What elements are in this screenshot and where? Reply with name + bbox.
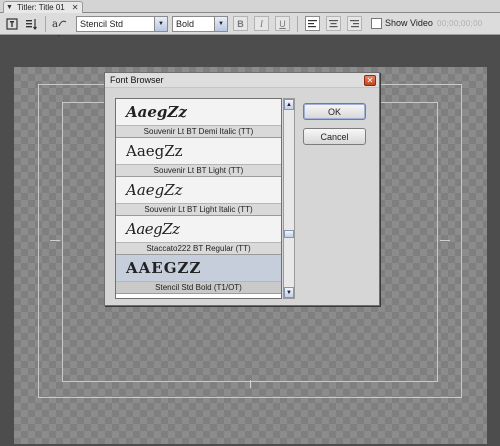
font-family-value: Stencil Std bbox=[80, 19, 124, 29]
list-item[interactable]: AaegZz Souvenir Lt BT Light (TT) bbox=[116, 138, 281, 177]
roll-crawl-options-icon[interactable] bbox=[24, 16, 39, 31]
svg-text:a: a bbox=[52, 19, 58, 30]
scroll-down-icon[interactable]: ▼ bbox=[284, 287, 294, 298]
font-name: Souvenir Lt BT Light (TT) bbox=[116, 165, 281, 176]
new-title-icon[interactable] bbox=[4, 16, 19, 31]
ok-button[interactable]: OK bbox=[303, 103, 366, 120]
show-video-checkbox[interactable] bbox=[371, 18, 382, 29]
font-browser-dialog: Font Browser ✕ AaegZz Souvenir Lt BT Dem… bbox=[104, 72, 380, 306]
font-sample: AaegZz bbox=[116, 177, 281, 204]
panel-menu-icon[interactable]: ▼ bbox=[6, 4, 14, 11]
align-left-icon[interactable] bbox=[305, 16, 320, 31]
chevron-down-icon[interactable]: ▼ bbox=[154, 17, 167, 31]
font-sample: AAEGZZ bbox=[116, 255, 281, 282]
bold-button[interactable]: B bbox=[233, 16, 248, 31]
center-mark-left bbox=[50, 240, 60, 241]
tab-close-icon[interactable]: ✕ bbox=[72, 3, 79, 12]
list-item[interactable]: AaegZz Staccato222 BT Regular (TT) bbox=[116, 216, 281, 255]
tab-title: Titler: Title 01 bbox=[17, 3, 65, 12]
font-list-scrollbar[interactable]: ▲ ▼ bbox=[283, 98, 295, 299]
chevron-down-icon[interactable]: ▼ bbox=[214, 17, 227, 31]
font-name: Stencil Std Bold (T1/OT) bbox=[116, 282, 281, 293]
center-mark-bottom bbox=[250, 380, 251, 388]
align-right-icon[interactable] bbox=[347, 16, 362, 31]
show-video-label: Show Video bbox=[385, 18, 433, 28]
scroll-up-icon[interactable]: ▲ bbox=[284, 99, 294, 110]
panel-tab-bar: ▼ Titler: Title 01 ✕ bbox=[0, 0, 500, 13]
list-item[interactable]: AaegZz Souvenir Lt BT Demi Italic (TT) bbox=[116, 99, 281, 138]
font-sample: AaegZz bbox=[116, 216, 281, 243]
font-name: Staccato222 BT Regular (TT) bbox=[116, 243, 281, 254]
timecode-display[interactable]: 00;00;00;00 bbox=[437, 19, 483, 28]
toolbar-divider bbox=[45, 16, 46, 32]
font-sample: AaegZz bbox=[116, 99, 281, 126]
font-name: Souvenir Lt BT Demi Italic (TT) bbox=[116, 126, 281, 137]
dialog-title-bar[interactable]: Font Browser bbox=[105, 73, 379, 88]
list-item[interactable]: AaegZz Souvenir Lt BT Light Italic (TT) bbox=[116, 177, 281, 216]
cancel-button[interactable]: Cancel bbox=[303, 128, 366, 145]
titler-toolbar: a Stencil Std ▼ Bold ▼ B I U Show Video … bbox=[0, 13, 500, 49]
align-center-icon[interactable] bbox=[326, 16, 341, 31]
tab-titler[interactable]: ▼ Titler: Title 01 ✕ bbox=[3, 1, 84, 13]
toolbar-divider bbox=[297, 16, 298, 32]
underline-button[interactable]: U bbox=[275, 16, 290, 31]
close-icon[interactable]: ✕ bbox=[364, 75, 376, 86]
font-sample: AaegZz bbox=[116, 138, 281, 165]
font-browser-icon[interactable]: a bbox=[52, 16, 67, 31]
center-mark-right bbox=[440, 240, 450, 241]
font-style-value: Bold bbox=[176, 19, 195, 29]
font-name: Souvenir Lt BT Light Italic (TT) bbox=[116, 204, 281, 215]
font-family-dropdown[interactable]: Stencil Std ▼ bbox=[76, 16, 168, 32]
scroll-thumb[interactable] bbox=[284, 230, 294, 238]
list-item-selected[interactable]: AAEGZZ Stencil Std Bold (T1/OT) bbox=[116, 255, 281, 294]
dialog-title: Font Browser bbox=[110, 75, 164, 85]
italic-button[interactable]: I bbox=[254, 16, 269, 31]
font-style-dropdown[interactable]: Bold ▼ bbox=[172, 16, 228, 32]
font-list[interactable]: AaegZz Souvenir Lt BT Demi Italic (TT) A… bbox=[115, 98, 282, 299]
